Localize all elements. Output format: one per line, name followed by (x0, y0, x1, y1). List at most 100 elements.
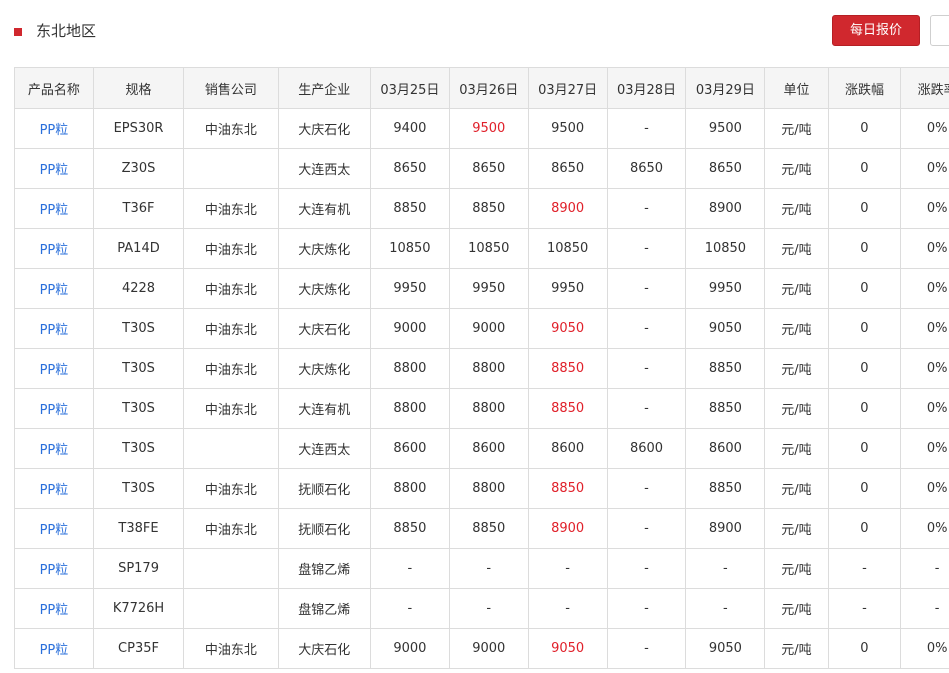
spec-cell: K7726H (92, 588, 185, 629)
product-link[interactable]: PP粒 (40, 243, 69, 258)
product-link[interactable]: PP粒 (40, 163, 69, 178)
rate-cell: - (900, 548, 949, 589)
rate-cell: 0% (900, 308, 949, 349)
seller-cell: 中油东北 (183, 628, 279, 669)
change-cell: 0 (827, 228, 902, 269)
unit-cell: 元/吨 (764, 348, 829, 389)
change-cell: 0 (827, 268, 902, 309)
title-marker (14, 28, 22, 36)
price-cell-date-3: 8900 (527, 508, 608, 549)
product-link[interactable]: PP粒 (40, 283, 69, 298)
product-cell: PP粒 (14, 428, 94, 469)
price-cell-date-1: 10850 (369, 228, 450, 269)
table-row: PP粒 T36F 中油东北 大连有机 8850 8850 8900-8900 元/吨 0 0% (14, 188, 949, 229)
price-cell-date-4: - (606, 228, 687, 269)
price-cell-date-4: 8600 (606, 428, 687, 469)
product-link[interactable]: PP粒 (40, 643, 69, 658)
price-cell-date-1: 8650 (369, 148, 450, 189)
price-cell-date-3: 8850 (527, 388, 608, 429)
col-header-date-4: 03月28日 (606, 67, 687, 109)
change-cell: 0 (827, 148, 902, 189)
spec-cell: T30S (92, 388, 185, 429)
seller-cell (183, 548, 279, 589)
product-link[interactable]: PP粒 (40, 203, 69, 218)
col-header-spec: 规格 (92, 67, 185, 109)
rate-cell: 0% (900, 428, 949, 469)
product-link[interactable]: PP粒 (40, 563, 69, 578)
price-cell-date-1: 8800 (369, 468, 450, 509)
table-row: PP粒 T30S 中油东北 大庆石化 9000 9000 9050-9050 元/吨 0 0% (14, 308, 949, 349)
producer-cell: 抚顺石化 (277, 508, 371, 549)
product-link[interactable]: PP粒 (40, 443, 69, 458)
price-cell-date-3: 9500 (527, 108, 608, 149)
producer-cell: 大庆石化 (277, 308, 371, 349)
price-cell-date-4: - (606, 188, 687, 229)
product-link[interactable]: PP粒 (40, 323, 69, 338)
price-cell-date-5: 8850 (685, 468, 766, 509)
rate-cell: 0% (900, 348, 949, 389)
price-cell-date-3: 9050 (527, 628, 608, 669)
spec-cell: T30S (92, 428, 185, 469)
col-header-rate: 涨跌率 (900, 67, 949, 109)
product-link[interactable]: PP粒 (40, 523, 69, 538)
producer-cell: 盘锦乙烯 (277, 588, 371, 629)
rate-cell: 0% (900, 228, 949, 269)
table-body: PP粒 EPS30R 中油东北 大庆石化 9400 9500 9500-9500 元/吨 0 0%… (14, 108, 949, 669)
price-cell-date-2: 8600 (448, 428, 529, 469)
price-cell-date-1: 9950 (369, 268, 450, 309)
price-cell-date-1: 8850 (369, 508, 450, 549)
spec-cell: EPS30R (92, 108, 185, 149)
producer-cell: 大庆炼化 (277, 228, 371, 269)
table-row: PP粒 PA14D 中油东北 大庆炼化 10850 10850 10850-10850 元/吨… (14, 228, 949, 269)
unit-cell: 元/吨 (764, 588, 829, 629)
price-cell-date-5: 8900 (685, 188, 766, 229)
col-header-change: 涨跌幅 (827, 67, 902, 109)
product-cell: PP粒 (14, 548, 94, 589)
col-header-date-1: 03月25日 (369, 67, 450, 109)
price-cell-date-4: - (606, 628, 687, 669)
producer-cell: 盘锦乙烯 (277, 548, 371, 589)
table-row: PP粒 4228 中油东北 大庆炼化 9950 9950 9950-9950 元/吨 0 0% (14, 268, 949, 309)
product-link[interactable]: PP粒 (40, 603, 69, 618)
price-cell-date-2: 9950 (448, 268, 529, 309)
product-link[interactable]: PP粒 (40, 483, 69, 498)
price-cell-date-4: - (606, 348, 687, 389)
rate-cell: 0% (900, 148, 949, 189)
producer-cell: 大庆炼化 (277, 348, 371, 389)
table-row: PP粒 T38FE 中油东北 抚顺石化 8850 8850 8900-8900 元/吨 0 0% (14, 508, 949, 549)
spec-cell: PA14D (92, 228, 185, 269)
spec-cell: SP179 (92, 548, 185, 589)
seller-cell (183, 428, 279, 469)
price-cell-date-2: 9000 (448, 628, 529, 669)
spec-cell: T30S (92, 308, 185, 349)
seller-cell: 中油东北 (183, 468, 279, 509)
product-link[interactable]: PP粒 (40, 123, 69, 138)
change-cell: 0 (827, 348, 902, 389)
price-cell-date-2: 8850 (448, 188, 529, 229)
price-cell-date-2: 8800 (448, 348, 529, 389)
daily-quote-button[interactable]: 每日报价 (832, 15, 920, 46)
price-cell-date-4: - (606, 588, 687, 629)
table-row: PP粒 T30S 中油东北 大庆炼化 8800 8800 8850-8850 元/吨 0 0% (14, 348, 949, 389)
rate-cell: 0% (900, 468, 949, 509)
price-cell-date-2: 8800 (448, 468, 529, 509)
change-cell: 0 (827, 188, 902, 229)
change-cell: 0 (827, 108, 902, 149)
col-header-unit: 单位 (764, 67, 829, 109)
seller-cell: 中油东北 (183, 108, 279, 149)
secondary-button[interactable] (930, 15, 949, 46)
col-header-product: 产品名称 (14, 67, 94, 109)
producer-cell: 大连西太 (277, 148, 371, 189)
section-title: 东北地区 (36, 22, 97, 40)
price-cell-date-5: 10850 (685, 228, 766, 269)
producer-cell: 抚顺石化 (277, 468, 371, 509)
price-cell-date-1: 8800 (369, 388, 450, 429)
unit-cell: 元/吨 (764, 228, 829, 269)
price-cell-date-2: 8650 (448, 148, 529, 189)
product-link[interactable]: PP粒 (40, 403, 69, 418)
product-link[interactable]: PP粒 (40, 363, 69, 378)
product-cell: PP粒 (14, 388, 94, 429)
price-cell-date-3: 8850 (527, 468, 608, 509)
seller-cell: 中油东北 (183, 268, 279, 309)
table-row: PP粒 Z30S 大连西太 8650 8650 8650 8650 8650 元/吨 0 0% (14, 148, 949, 189)
